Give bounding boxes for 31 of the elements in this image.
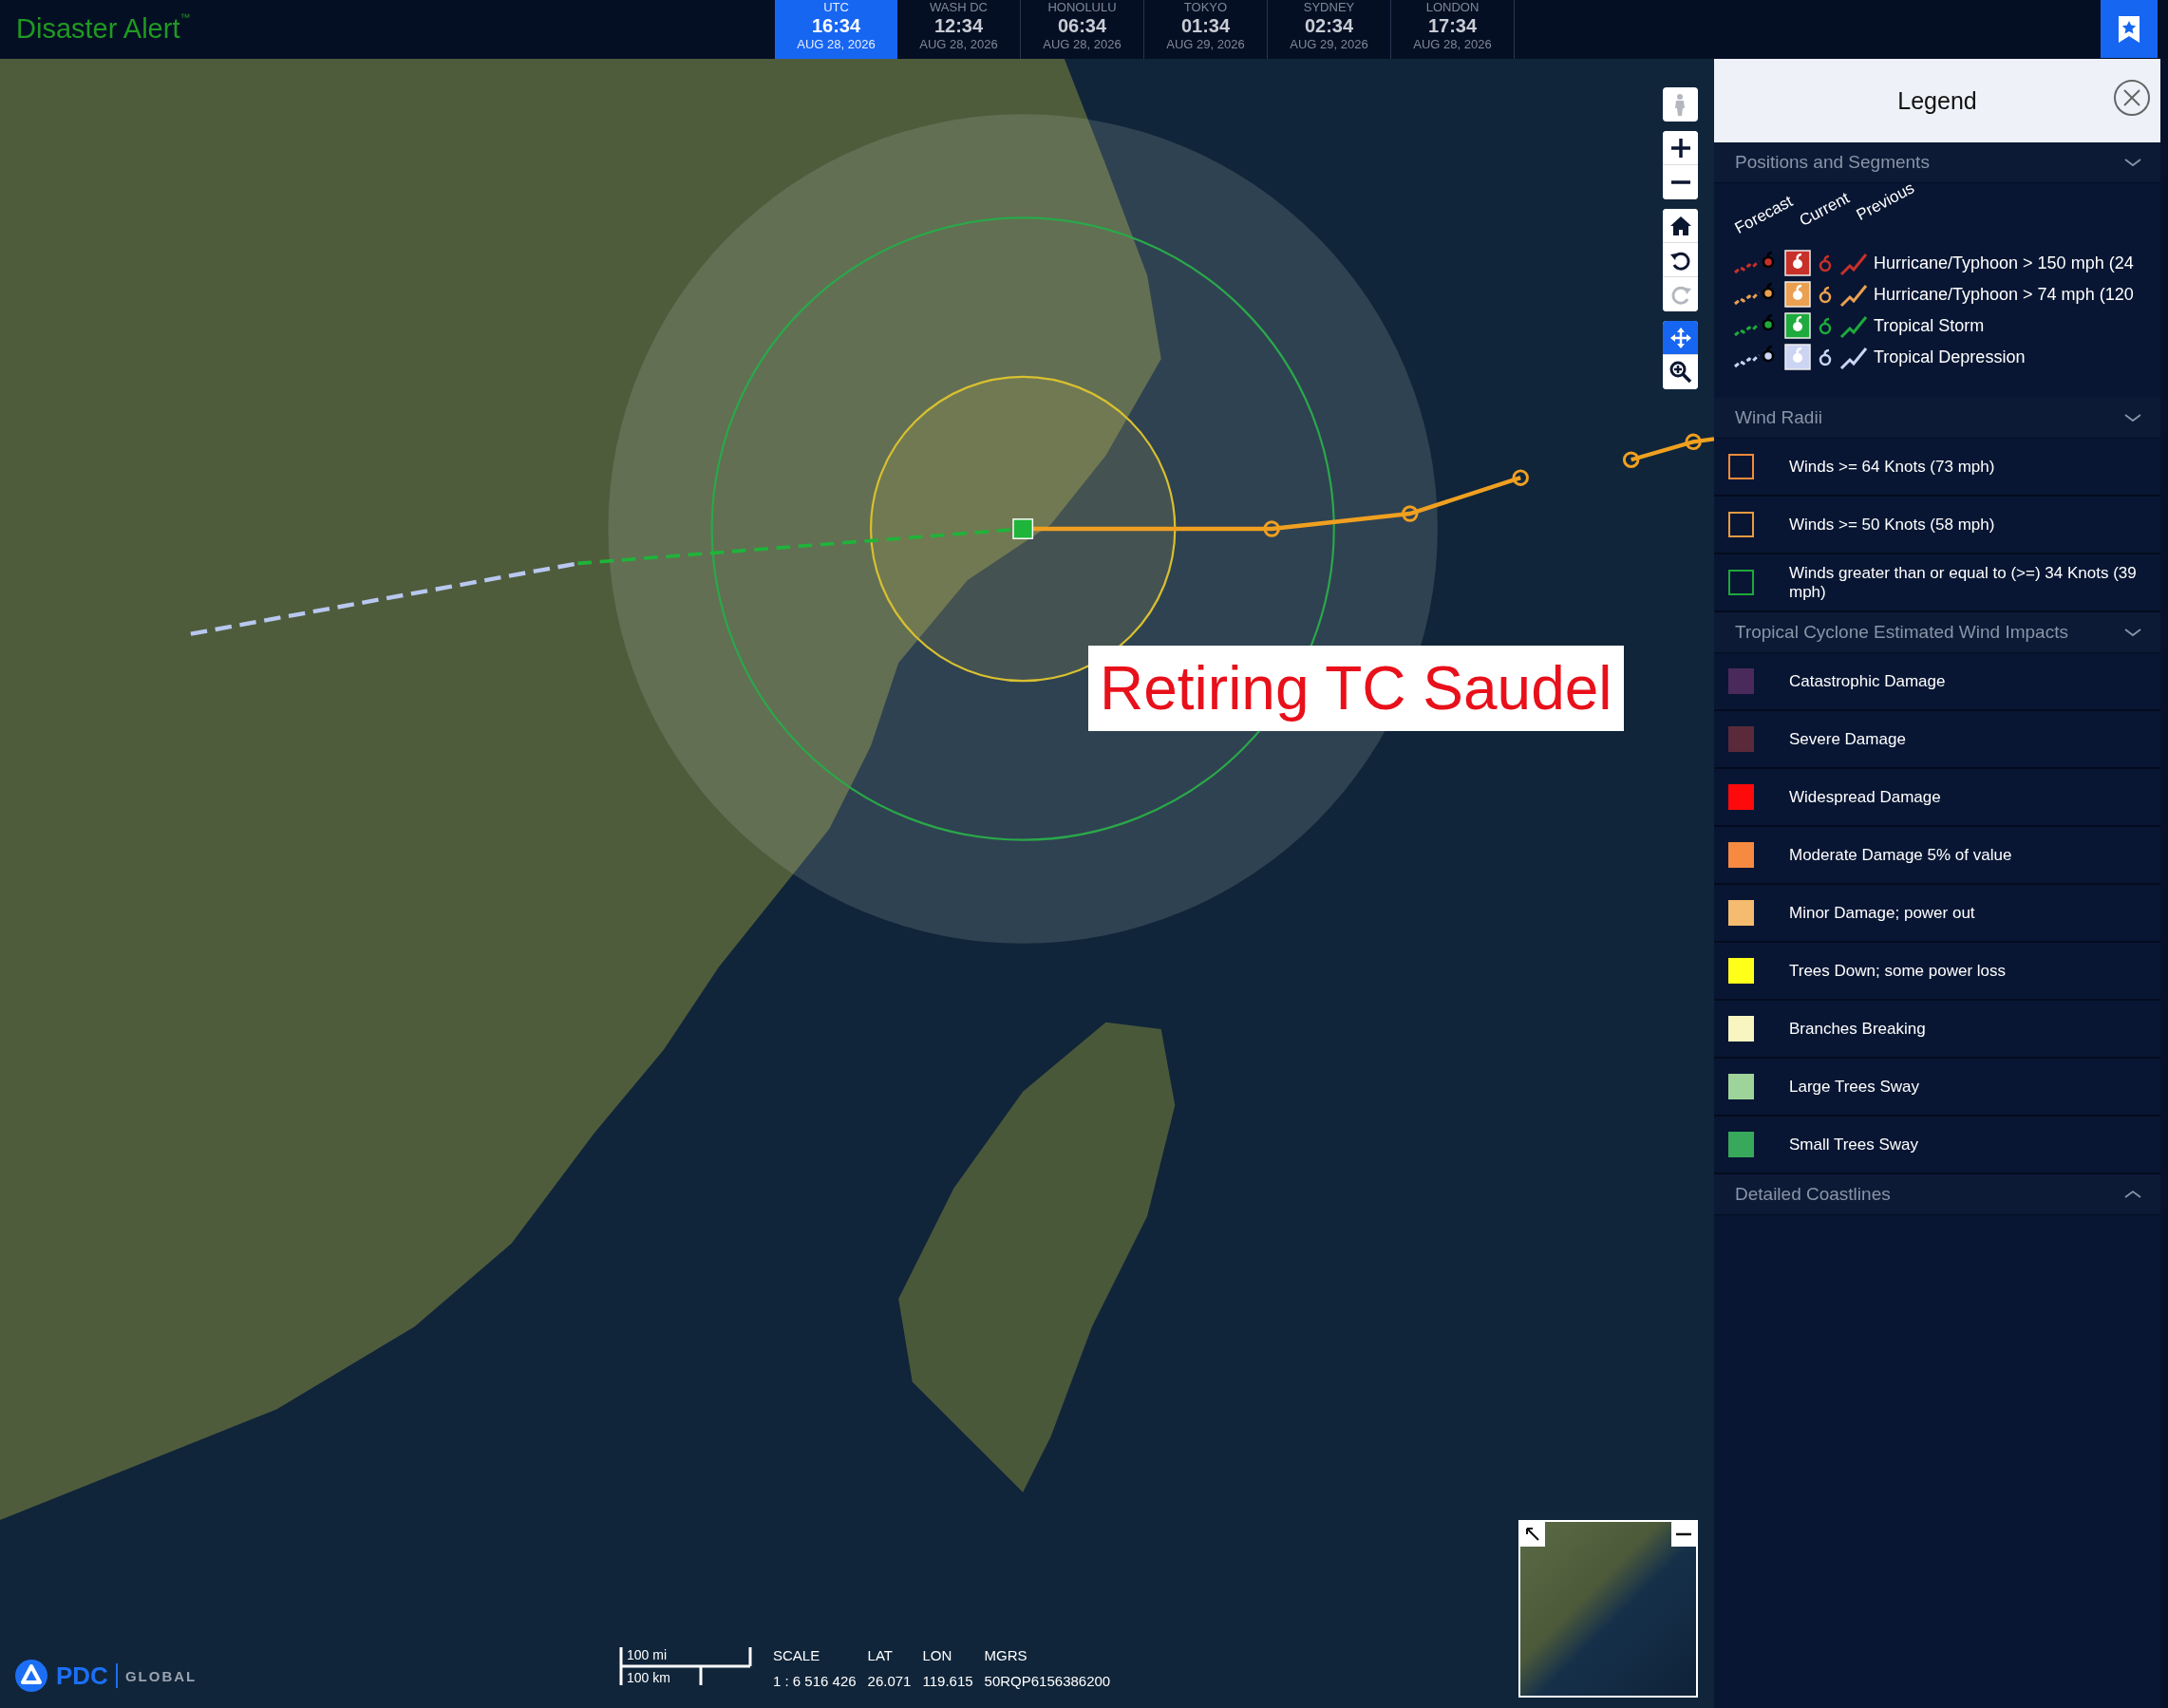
legend-label: Trees Down; some power loss: [1789, 961, 2007, 981]
legend-label: Hurricane/Typhoon > 74 mph (120: [1874, 284, 2134, 305]
readout-value: 1 : 6 516 426: [773, 1673, 857, 1689]
scale-km-label: 100 km: [627, 1670, 670, 1685]
app-title: Disaster Alert$^{™}$: [15, 10, 192, 46]
readout-label: SCALE: [773, 1647, 821, 1663]
readout-value: 119.615: [922, 1673, 973, 1689]
legend-label: Winds >= 64 Knots (73 mph): [1789, 457, 1996, 477]
legend-label: Widespread Damage: [1789, 787, 1942, 807]
readout-label: MGRS: [984, 1647, 1028, 1663]
legend-label: Tropical Storm: [1874, 315, 1985, 336]
legend-label: Small Trees Sway: [1789, 1135, 1920, 1154]
readout-value: 26.071: [867, 1673, 912, 1689]
legend-title: Legend: [1897, 86, 1977, 115]
brand-tagline: GLOBAL: [124, 1667, 198, 1684]
legend-label: Branches Breaking: [1789, 1019, 1927, 1039]
legend-label: Moderate Damage 5% of value: [1789, 845, 2013, 865]
legend-label: Winds >= 50 Knots (58 mph): [1789, 515, 1996, 535]
legend-label: Winds greater than or equal to (>=) 34 Knots (39 mph): [1789, 563, 2138, 602]
readout-label: LAT: [867, 1647, 894, 1663]
scale-miles-label: 100 mi: [627, 1647, 668, 1662]
readout-label: LON: [922, 1647, 953, 1663]
legend-label: Severe Damage: [1789, 729, 1907, 749]
legend-label: Minor Damage; power out: [1789, 903, 1976, 923]
legend-label: Hurricane/Typhoon > 150 mph (24: [1874, 253, 2134, 273]
brand-name: PDC: [56, 1661, 108, 1691]
legend-label: Catastrophic Damage: [1789, 671, 1947, 691]
annotation-label: Retiring TC Saudel: [1088, 646, 1624, 731]
legend-label: Tropical Depression: [1874, 347, 2026, 367]
legend-label: Large Trees Sway: [1789, 1077, 1920, 1097]
readout-value: 50RQP6156386200: [984, 1673, 1111, 1689]
